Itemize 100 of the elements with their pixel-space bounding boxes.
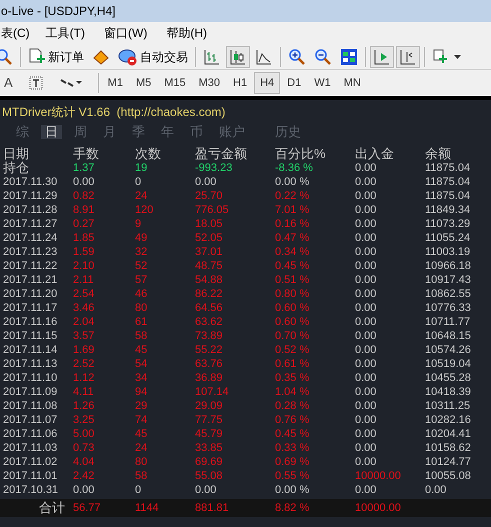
table-cell-text: 0.00: [355, 231, 378, 245]
candle-chart-icon: [229, 48, 247, 66]
table-cell-text: 0.00: [355, 301, 378, 315]
table-cell-text: 2017.11.01: [3, 469, 58, 483]
table-cell-text: 1.37: [73, 161, 96, 175]
table-cell-text: 1.12: [73, 371, 96, 385]
table-cell-text: 10000.00: [355, 501, 402, 515]
table-cell-text: 0.00: [355, 427, 378, 441]
timeframe-button[interactable]: W1: [308, 72, 337, 94]
line-chart-icon: [255, 48, 273, 66]
timeframe-button[interactable]: M30: [192, 72, 226, 94]
table-cell-text: 34: [135, 371, 148, 385]
table-cell-text: 10158.62: [425, 441, 472, 455]
table-cell-text: 2017.11.03: [3, 441, 58, 455]
table-cell-text: 0.00: [355, 203, 378, 217]
add-chart-icon: [432, 48, 450, 66]
table-cell-text: 55.08: [195, 469, 224, 483]
table-cell-text: 54.88: [195, 273, 224, 287]
table-cell-text: 0.22 %: [275, 189, 310, 203]
menu-item[interactable]: 窗口(W): [104, 24, 148, 42]
table-cell-text: 10282.16: [425, 413, 472, 427]
table-cell-text: 11073.29: [425, 217, 472, 231]
table-cell-text: 8.91: [73, 203, 96, 217]
table-cell-text: 9: [135, 217, 142, 231]
timeframe-button[interactable]: M5: [130, 72, 158, 94]
timeframe-button[interactable]: M15: [158, 72, 192, 94]
table-cell-text: 0.00: [355, 245, 378, 259]
zoom-out-icon: [314, 48, 332, 66]
table-cell-text: 1.59: [73, 245, 96, 259]
table-cell-text: 2.52: [73, 357, 96, 371]
table-cell-text: 107.14: [195, 385, 230, 399]
dropdown-caret-icon[interactable]: [454, 54, 461, 58]
timeframe-button[interactable]: D1: [281, 72, 308, 94]
table-cell-text: 33.85: [195, 441, 224, 455]
table-cell-text: 2017.11.20: [3, 287, 58, 301]
timeframe-button[interactable]: M1: [102, 72, 129, 94]
table-cell-text: 74: [135, 413, 148, 427]
table-cell-text: 0.69 %: [275, 455, 310, 469]
table-cell-text: 2017.11.10: [3, 371, 58, 385]
toolbar-icon-button[interactable]: [396, 46, 420, 68]
table-cell-text: 0.61 %: [275, 357, 310, 371]
table-cell-text: 10418.39: [425, 385, 472, 399]
table-cell-text: 2.10: [73, 259, 96, 273]
text-label-icon: [28, 76, 43, 90]
row-label: 合计: [38, 501, 66, 515]
table-cell-text: 0.00: [355, 343, 378, 357]
table-cell-text: 0.00: [355, 217, 378, 231]
table-cell-text: 2017.11.27: [3, 217, 58, 231]
table-cell-text: 29.09: [195, 399, 224, 413]
table-cell-text: 0.16 %: [275, 217, 310, 231]
tile-windows-icon: [340, 48, 358, 66]
table-cell-text: 11875.04: [425, 175, 472, 189]
table-cell-text: 48.75: [195, 259, 224, 273]
table-cell-text: 2017.11.22: [3, 259, 58, 273]
table-cell-text: 1.26: [73, 399, 96, 413]
table-cell-text: 0.27: [73, 217, 96, 231]
table-cell-text: 2017.11.17: [3, 301, 58, 315]
menu-item[interactable]: 帮助(H): [166, 24, 207, 42]
table-cell-text: 0.34 %: [275, 245, 310, 259]
table-cell-text: 0.70 %: [275, 329, 310, 343]
table-cell-text: 11055.24: [425, 231, 472, 245]
table-cell-text: 0.82: [73, 189, 96, 203]
table-cell-text: 0.00 %: [275, 175, 310, 189]
column-header: 出入金: [355, 147, 395, 161]
menu-item[interactable]: 工具(T): [46, 24, 85, 42]
toolbar-icon-button[interactable]: [226, 46, 250, 68]
row-label: 持仓: [3, 161, 30, 175]
table-cell-text: 2.11: [73, 273, 95, 287]
table-cell-text: 1.69: [73, 343, 96, 357]
table-cell-text: 58: [135, 469, 148, 483]
table-cell-text: 52: [135, 259, 148, 273]
column-header: 百分比%: [275, 147, 327, 161]
table-cell-text: 0.00: [355, 175, 378, 189]
chart-shift-icon: [399, 48, 417, 66]
table-cell-text: 8.82 %: [275, 501, 310, 515]
toolbar-button[interactable]: 新订单: [25, 46, 87, 68]
timeframe-button[interactable]: H1: [227, 72, 254, 94]
table-cell-text: 0.00: [355, 483, 378, 497]
table-cell-text: 63.62: [195, 315, 224, 329]
table-cell-text: 0.00: [355, 161, 378, 175]
table-cell-text: 0: [135, 483, 142, 497]
table-cell-text: 19: [135, 161, 148, 175]
menu-item[interactable]: 表(C): [1, 24, 30, 42]
text-tool-button[interactable]: A: [0, 72, 17, 94]
table-cell-text: 2017.11.24: [3, 231, 58, 245]
toolbar-button[interactable]: 自动交易: [115, 46, 191, 68]
table-cell-text: 4.04: [73, 455, 96, 469]
tab[interactable]: 日: [41, 125, 62, 139]
column-header: 次数: [135, 147, 162, 161]
table-cell-text: 45: [135, 343, 148, 357]
timeframe-button[interactable]: H4: [254, 72, 280, 94]
table-cell-text: 0.45 %: [275, 427, 310, 441]
table-cell-text: 37.01: [195, 245, 224, 259]
toolbar-icon-button[interactable]: [370, 46, 394, 68]
magnifier-icon: [0, 48, 13, 66]
column-header: 盈亏金额: [195, 147, 248, 161]
timeframe-button[interactable]: MN: [338, 72, 367, 94]
table-cell-text: 2017.11.28: [3, 203, 58, 217]
table-cell-text: 73.89: [195, 329, 224, 343]
table-cell-text: 49: [135, 231, 148, 245]
